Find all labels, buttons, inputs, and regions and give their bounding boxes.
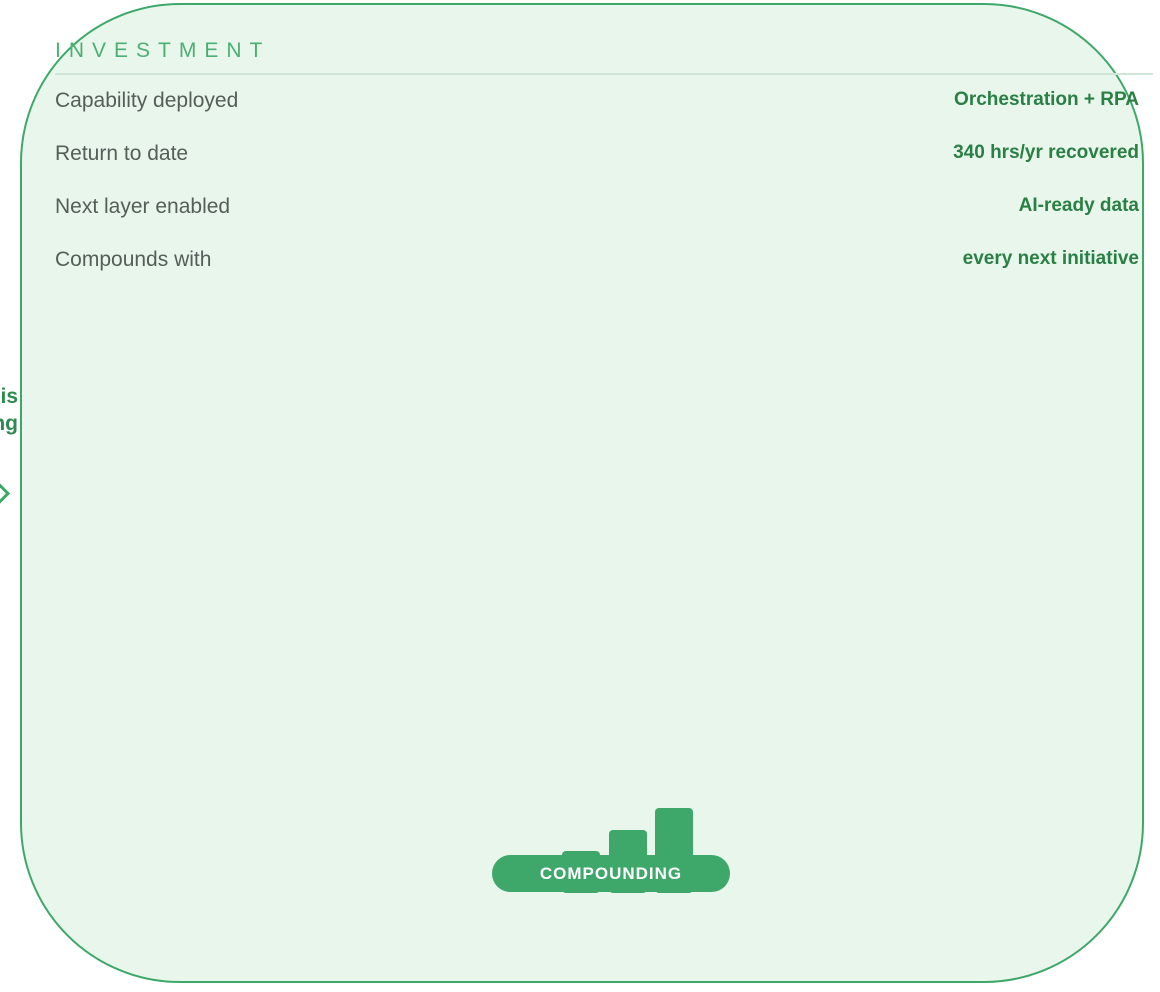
section-label: INVESTMENT [55, 39, 271, 62]
metric-row-next-layer: Next layer enabled AI-ready data [55, 195, 1139, 224]
metric-row-compounds: Compounds with every next initiative [55, 248, 1139, 277]
clipped-side-text-line-1: his [0, 385, 18, 408]
clipped-side-text-line-2: ng [0, 412, 18, 435]
chevron-right-icon [0, 482, 11, 505]
slide-canvas: his ng INVESTMENT Capability deployed Or… [0, 0, 1160, 992]
metric-value: every next initiative [962, 248, 1139, 269]
metric-label: Capability deployed [55, 89, 239, 112]
metric-label: Compounds with [55, 248, 212, 271]
investment-card: INVESTMENT Capability deployed Orchestra… [20, 3, 1153, 983]
metric-value: AI-ready data [1018, 195, 1139, 216]
metric-label: Return to date [55, 142, 189, 165]
metric-row-capability: Capability deployed Orchestration + RPA [55, 89, 1139, 118]
metrics-list: Capability deployed Orchestration + RPA … [55, 89, 1139, 301]
metric-row-return: Return to date 340 hrs/yr recovered [55, 142, 1139, 171]
card-header: INVESTMENT [55, 39, 1153, 75]
metric-value: 340 hrs/yr recovered [953, 142, 1139, 163]
metric-label: Next layer enabled [55, 195, 231, 218]
metric-value: Orchestration + RPA [954, 89, 1139, 110]
compounding-badge: COMPOUNDING [492, 855, 730, 892]
